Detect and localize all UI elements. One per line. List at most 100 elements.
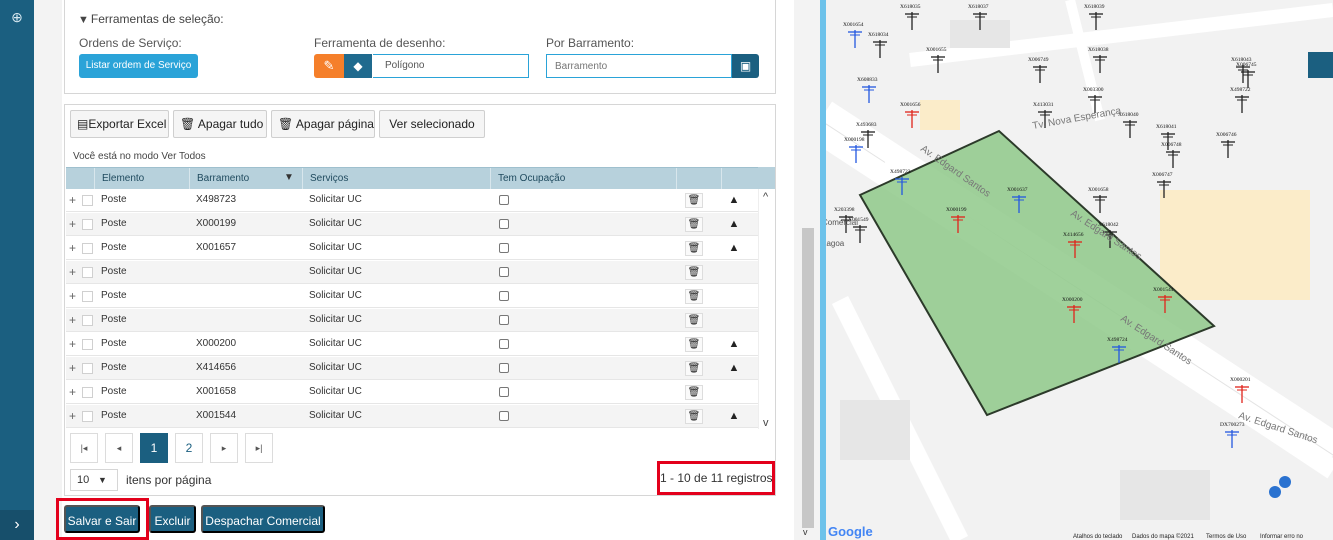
cell-servicos: Solicitar UC <box>309 314 362 325</box>
ocupacao-checkbox[interactable] <box>499 387 509 397</box>
trash-icon[interactable]: 🗑 <box>685 337 703 352</box>
map-pole-label: X618038 <box>1088 47 1109 53</box>
map-footer-3[interactable]: Termos de Uso <box>1206 534 1247 540</box>
map-canvas[interactable]: X000199 X414656 X000200 X001544 X000201 X0016… <box>820 0 1333 540</box>
expand-row-icon[interactable]: + <box>66 189 80 211</box>
trash-icon[interactable]: 🗑 <box>685 241 703 256</box>
listar-ordem-button[interactable]: Listar ordem de Serviço <box>79 54 198 78</box>
ocupacao-checkbox[interactable] <box>499 243 509 253</box>
trash-icon[interactable]: 🗑 <box>685 265 703 280</box>
row-checkbox[interactable] <box>82 339 93 350</box>
despachar-comercial-button[interactable]: Despachar Comercial <box>201 505 325 533</box>
first-page-icon[interactable]: |◂ <box>70 433 98 463</box>
trash-icon[interactable]: 🗑 <box>685 361 703 376</box>
scroll-down-icon[interactable]: v <box>763 417 769 429</box>
barramento-input[interactable] <box>546 54 732 78</box>
table-row[interactable]: + Poste X001658 Solicitar UC 🗑 <box>66 381 758 404</box>
draw-tool-field[interactable]: Polígono <box>373 54 529 78</box>
trash-icon[interactable]: 🗑 <box>685 385 703 400</box>
next-page-icon[interactable]: ▸ <box>210 433 238 463</box>
ver-selecionado-button[interactable]: Ver selecionado <box>379 110 485 138</box>
page-size-select[interactable]: 10 <box>70 469 118 491</box>
expand-row-icon[interactable]: + <box>66 381 80 403</box>
chevron-down-icon[interactable]: ▼ <box>98 469 107 491</box>
trash-icon: 🗑 <box>180 117 198 131</box>
table-row[interactable]: + Poste X414656 Solicitar UC 🗑 ▲ <box>66 357 758 380</box>
expand-row-icon[interactable]: + <box>66 261 80 283</box>
salvar-e-sair-button[interactable]: Salvar e Sair <box>64 505 140 533</box>
map-pole-label: X498724 <box>1107 337 1128 343</box>
col-tem-ocupacao[interactable]: Tem Ocupação <box>490 168 676 189</box>
row-checkbox[interactable] <box>82 411 93 422</box>
cell-elemento: Poste <box>101 266 127 277</box>
expand-row-icon[interactable]: + <box>66 237 80 259</box>
trash-icon[interactable]: 🗑 <box>685 313 703 328</box>
ocupacao-checkbox[interactable] <box>499 363 509 373</box>
page-1-button[interactable]: 1 <box>140 433 168 463</box>
table-row[interactable]: + Poste X000199 Solicitar UC 🗑 ▲ <box>66 213 758 236</box>
expand-row-icon[interactable]: + <box>66 405 80 427</box>
row-checkbox[interactable] <box>82 315 93 326</box>
ocupacao-checkbox[interactable] <box>499 219 509 229</box>
table-row[interactable]: + Poste X498723 Solicitar UC 🗑 ▲ <box>66 189 758 212</box>
expand-row-icon[interactable]: + <box>66 333 80 355</box>
ocupacao-checkbox[interactable] <box>499 339 509 349</box>
row-checkbox[interactable] <box>82 195 93 206</box>
col-elemento[interactable]: Elemento <box>94 168 189 189</box>
cell-servicos: Solicitar UC <box>309 290 362 301</box>
map-pole-label: X000199 <box>946 207 967 213</box>
expand-row-icon[interactable]: + <box>66 357 80 379</box>
transit-stop-icon[interactable] <box>1269 486 1281 498</box>
map-footer-4[interactable]: Informar erro no <box>1260 534 1304 540</box>
expand-row-icon[interactable]: + <box>66 213 80 235</box>
trash-icon[interactable]: 🗑 <box>685 409 703 424</box>
last-page-icon[interactable]: ▸| <box>245 433 273 463</box>
row-checkbox[interactable] <box>82 363 93 374</box>
map-draw-tool-icon[interactable] <box>1308 52 1333 78</box>
expand-chevron-icon[interactable]: › <box>0 510 34 540</box>
eraser-icon[interactable]: ◆ <box>344 54 372 78</box>
ocupacao-checkbox[interactable] <box>499 267 509 277</box>
col-servicos[interactable]: Serviços <box>302 168 490 189</box>
row-checkbox[interactable] <box>82 387 93 398</box>
grid-scrollbar[interactable]: ^ v <box>758 189 775 429</box>
expand-row-icon[interactable]: + <box>66 309 80 331</box>
table-row[interactable]: + Poste X001544 Solicitar UC 🗑 ▲ <box>66 405 758 428</box>
prev-page-icon[interactable]: ◂ <box>105 433 133 463</box>
globe-icon[interactable]: ⊕ <box>9 9 25 25</box>
table-row[interactable]: + Poste Solicitar UC 🗑 <box>66 309 758 332</box>
excluir-button[interactable]: Excluir <box>149 505 196 533</box>
table-row[interactable]: + Poste Solicitar UC 🗑 <box>66 285 758 308</box>
ocupacao-checkbox[interactable] <box>499 315 509 325</box>
scroll-up-icon[interactable]: ^ <box>763 191 768 203</box>
building-block <box>1160 190 1310 300</box>
row-checkbox[interactable] <box>82 219 93 230</box>
table-row[interactable]: + Poste X000200 Solicitar UC 🗑 ▲ <box>66 333 758 356</box>
apagar-tudo-button[interactable]: 🗑 Apagar tudo <box>173 110 267 138</box>
ocupacao-checkbox[interactable] <box>499 195 509 205</box>
page-2-button[interactable]: 2 <box>175 433 203 463</box>
column-filter-icon[interactable]: ▼ <box>284 172 294 183</box>
table-row[interactable]: + Poste Solicitar UC 🗑 <box>66 261 758 284</box>
map-pole-label: X493683 <box>856 122 877 128</box>
warning-icon: ▲ <box>728 362 740 374</box>
ocupacao-checkbox[interactable] <box>499 291 509 301</box>
trash-icon[interactable]: 🗑 <box>685 193 703 208</box>
page-scrollbar-thumb[interactable] <box>802 228 814 528</box>
scroll-down-icon[interactable]: v <box>803 527 808 537</box>
row-checkbox[interactable] <box>82 291 93 302</box>
apagar-pagina-button[interactable]: 🗑 Apagar página <box>271 110 375 138</box>
save-icon[interactable]: ▣ <box>732 54 759 78</box>
row-checkbox[interactable] <box>82 267 93 278</box>
transit-stop-icon[interactable] <box>1279 476 1291 488</box>
table-row[interactable]: + Poste X001657 Solicitar UC 🗑 ▲ <box>66 237 758 260</box>
ocupacao-checkbox[interactable] <box>499 411 509 421</box>
trash-icon[interactable]: 🗑 <box>685 217 703 232</box>
cell-servicos: Solicitar UC <box>309 242 362 253</box>
draw-pencil-icon[interactable]: ✎ <box>314 54 344 78</box>
exportar-excel-button[interactable]: ▤Exportar Excel <box>70 110 169 138</box>
row-checkbox[interactable] <box>82 243 93 254</box>
map-footer-1[interactable]: Atalhos do teclado <box>1073 534 1123 540</box>
expand-row-icon[interactable]: + <box>66 285 80 307</box>
trash-icon[interactable]: 🗑 <box>685 289 703 304</box>
